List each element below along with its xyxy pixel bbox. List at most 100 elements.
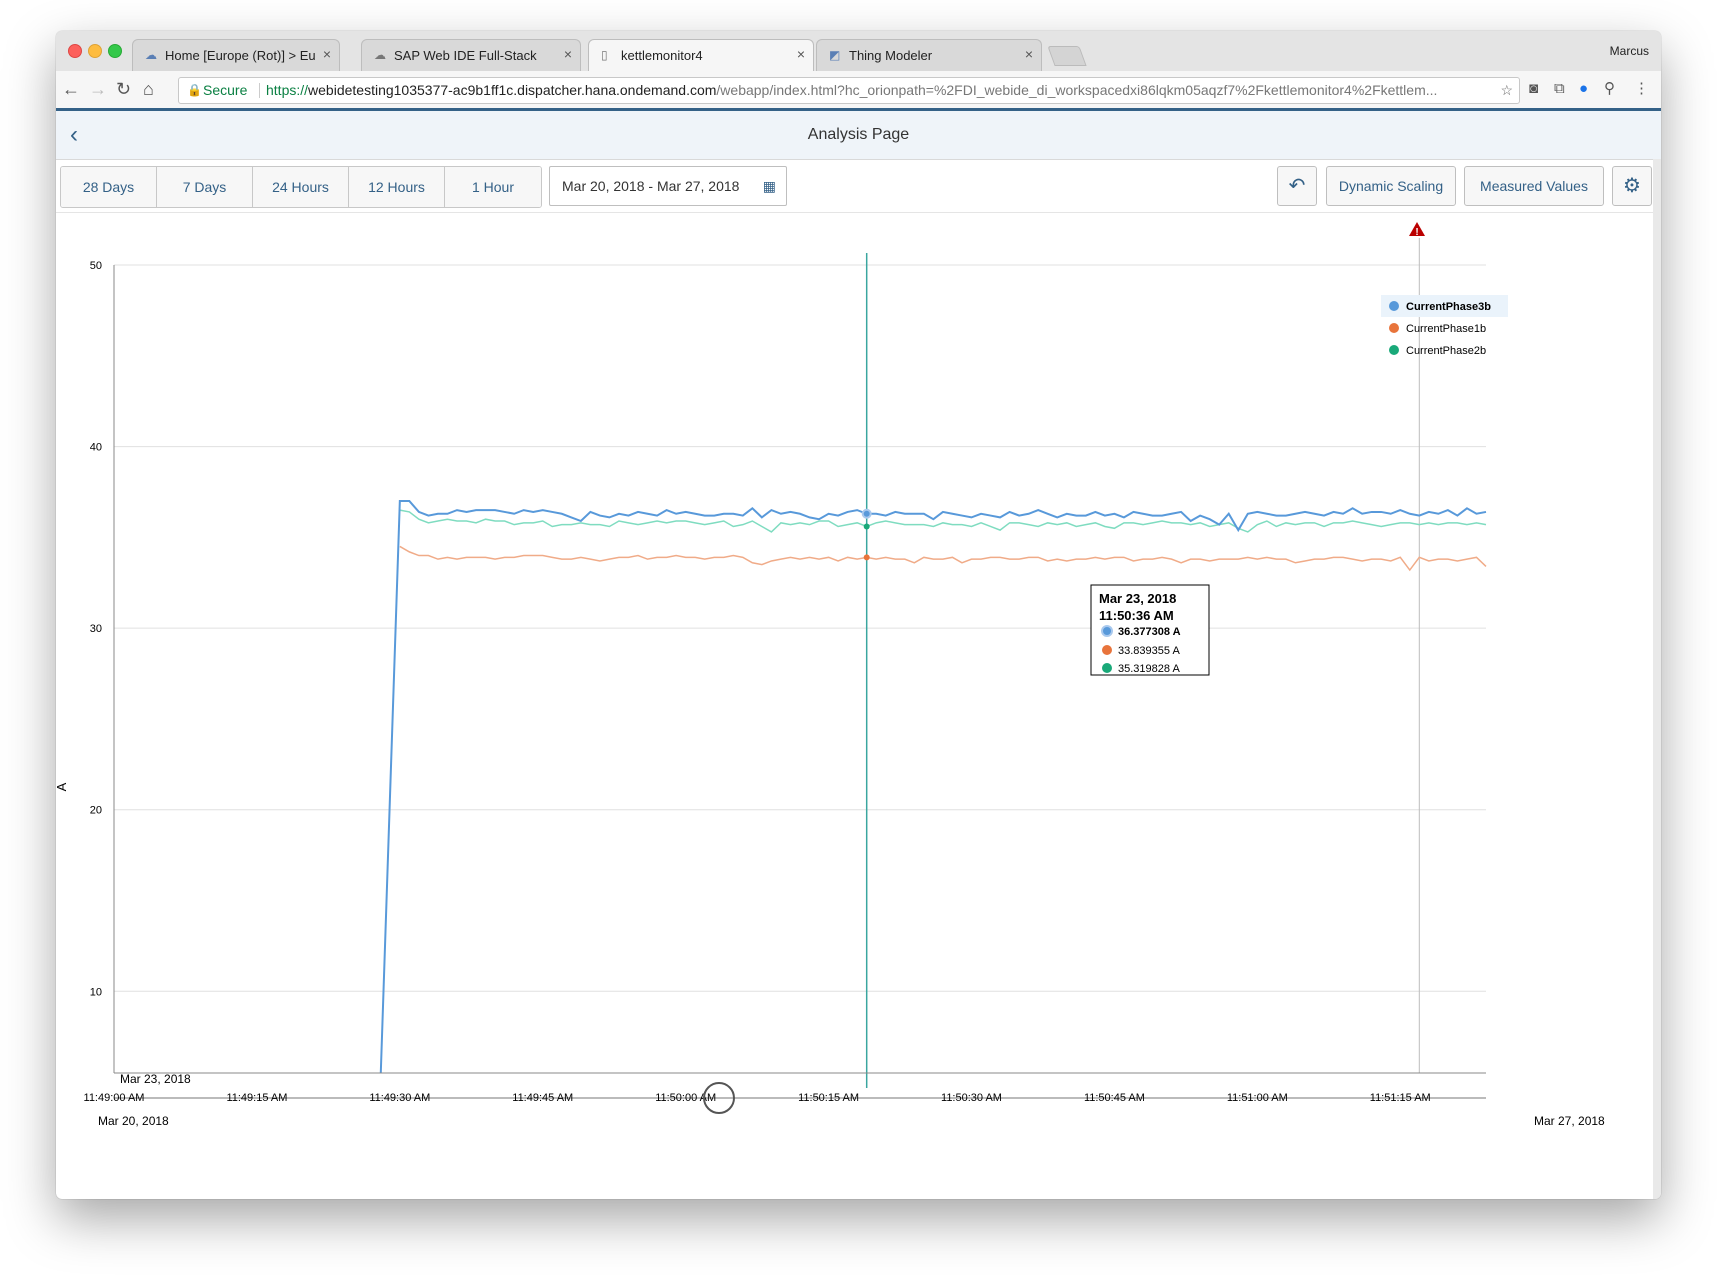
undo-icon: ↶ <box>1288 175 1306 197</box>
menu-dots-icon[interactable]: ⋮ <box>1634 80 1649 98</box>
shell-header: ‹ Analysis Page <box>56 111 1661 160</box>
cloud-outline-icon: ☁ <box>374 48 386 62</box>
x-tick-label: 11:51:00 AM <box>1227 1092 1288 1104</box>
calendar-icon[interactable]: ▦ <box>763 167 776 205</box>
close-tab-icon[interactable]: × <box>1025 46 1033 62</box>
range-1-hour-button[interactable]: 1 Hour <box>445 167 541 207</box>
cloud-icon: ☁ <box>145 48 157 62</box>
minimize-window-button[interactable] <box>88 44 102 58</box>
tooltip-value: 36.377308 A <box>1118 626 1181 638</box>
reload-icon[interactable]: ↻ <box>116 79 131 99</box>
settings-button[interactable]: ⚙ <box>1612 166 1652 206</box>
legend: CurrentPhase3b CurrentPhase1b CurrentPhase… <box>1381 295 1508 357</box>
y-axis-label: A <box>56 782 69 791</box>
analysis-toolbar: 28 Days 7 Days 24 Hours 12 Hours 1 Hour … <box>56 160 1653 213</box>
threshold-alert-icon[interactable]: ! <box>1409 222 1425 238</box>
app-icon: ◩ <box>829 48 841 62</box>
url-host: webidetesting1035377-ac9b1ff1c.dispatche… <box>308 82 717 98</box>
browser-tab-kettlemonitor[interactable]: ▯ kettlemonitor4 × <box>588 39 814 71</box>
forward-arrow-icon[interactable]: → <box>89 79 107 99</box>
tab-title: SAP Web IDE Full-Stack <box>394 48 537 63</box>
extension-icon[interactable]: ● <box>1579 80 1588 98</box>
x-tick-label: 11:49:15 AM <box>226 1092 287 1104</box>
url-path: /webapp/index.html?hc_orionpath=%2FDI_we… <box>716 82 1438 98</box>
y-axis: 10 20 30 40 50 <box>90 260 115 1073</box>
tooltip: Mar 23, 2018 11:50:36 AM 36.377308 A 33.… <box>1090 584 1210 676</box>
tooltip-value: 33.839355 A <box>1118 645 1180 657</box>
legend-swatch <box>1389 345 1399 355</box>
series-line-CurrentPhase3b <box>379 500 1487 1074</box>
tab-bar: ☁ Home [Europe (Rot)] > Europe × ☁ SAP W… <box>56 31 1661 72</box>
range-24-hours-button[interactable]: 24 Hours <box>253 167 349 207</box>
address-bar: ← → ↻ ⌂ 🔒 Secure https://webidetesting10… <box>56 71 1661 109</box>
dynamic-scaling-button[interactable]: Dynamic Scaling <box>1326 166 1456 206</box>
measured-values-button[interactable]: Measured Values <box>1464 166 1604 206</box>
tooltip-time: 11:50:36 AM <box>1099 608 1174 623</box>
browser-tab-webide[interactable]: ☁ SAP Web IDE Full-Stack × <box>361 39 581 71</box>
x-tick-label: 11:50:00 AM <box>655 1092 716 1104</box>
range-start-label: Mar 20, 2018 <box>98 1114 169 1128</box>
undo-button[interactable]: ↶ <box>1277 166 1317 206</box>
x-tick-label: 11:50:45 AM <box>1084 1092 1145 1104</box>
line-chart[interactable]: 10 20 30 40 50 A 11:49:00 AM 11:49:15 AM 11:49… <box>56 213 1653 1199</box>
legend-label: CurrentPhase1b <box>1406 323 1486 335</box>
browser-tab-thing-modeler[interactable]: ◩ Thing Modeler × <box>816 39 1042 71</box>
close-window-button[interactable] <box>68 44 82 58</box>
crosshair-point <box>863 523 870 530</box>
x-tick-label: 11:51:15 AM <box>1370 1092 1431 1104</box>
tab-title: Home [Europe (Rot)] > Europe <box>165 48 315 63</box>
new-tab-button[interactable] <box>1047 46 1087 66</box>
home-icon[interactable]: ⌂ <box>143 79 154 99</box>
x-tick-label: 11:49:00 AM <box>84 1092 145 1104</box>
divider <box>259 83 260 98</box>
lock-icon: 🔒 <box>187 83 202 97</box>
zoom-window-button[interactable] <box>108 44 122 58</box>
date-range-input[interactable]: Mar 20, 2018 - Mar 27, 2018 ▦ <box>549 166 787 206</box>
browser-user-name[interactable]: Marcus <box>1610 44 1649 58</box>
series-line-CurrentPhase1b <box>399 545 1487 572</box>
pocket-icon[interactable]: ◙ <box>1529 80 1538 98</box>
bookmark-star-icon[interactable]: ☆ <box>1500 78 1513 103</box>
tooltip-swatch <box>1102 663 1112 673</box>
close-tab-icon[interactable]: × <box>323 46 331 62</box>
range-7-days-button[interactable]: 7 Days <box>157 167 253 207</box>
y-tick-label: 50 <box>90 260 102 272</box>
legend-label: CurrentPhase2b <box>1406 345 1486 357</box>
url-input[interactable]: 🔒 Secure https://webidetesting1035377-ac… <box>178 77 1520 104</box>
close-tab-icon[interactable]: × <box>797 46 805 62</box>
document-icon: ▯ <box>601 48 608 62</box>
close-tab-icon[interactable]: × <box>564 46 572 62</box>
tooltip-value: 35.319828 A <box>1118 663 1180 675</box>
x-tick-label: 11:50:30 AM <box>941 1092 1002 1104</box>
screenshot-icon[interactable]: ⧉ <box>1554 80 1565 98</box>
y-tick-label: 40 <box>90 442 102 454</box>
x-tick-label: 11:49:30 AM <box>369 1092 430 1104</box>
browser-window: ☁ Home [Europe (Rot)] > Europe × ☁ SAP W… <box>56 31 1661 1199</box>
legend-swatch <box>1389 301 1399 311</box>
gear-icon: ⚙ <box>1623 175 1641 197</box>
key-icon[interactable]: ⚲ <box>1604 80 1615 98</box>
y-tick-label: 30 <box>90 623 102 635</box>
url-text: https://webidetesting1035377-ac9b1ff1c.d… <box>266 78 1437 103</box>
y-tick-label: 10 <box>90 986 102 998</box>
tab-title: Thing Modeler <box>849 48 933 63</box>
tab-title: kettlemonitor4 <box>621 48 703 63</box>
scrollbar[interactable] <box>1653 159 1661 1199</box>
date-range-value: Mar 20, 2018 - Mar 27, 2018 <box>562 178 740 194</box>
crosshair-point <box>863 554 870 561</box>
range-28-days-button[interactable]: 28 Days <box>61 167 157 207</box>
chart-area: 10 20 30 40 50 A 11:49:00 AM 11:49:15 AM 11:49… <box>56 213 1653 1199</box>
back-arrow-icon[interactable]: ← <box>62 79 80 99</box>
legend-swatch <box>1389 323 1399 333</box>
crosshair-point <box>861 508 872 519</box>
time-range-selector: 28 Days 7 Days 24 Hours 12 Hours 1 Hour <box>60 166 542 208</box>
svg-text:!: ! <box>1415 227 1418 238</box>
y-tick-label: 20 <box>90 805 102 817</box>
grid-lines <box>114 264 1486 992</box>
tooltip-swatch <box>1101 625 1113 637</box>
browser-tab-home[interactable]: ☁ Home [Europe (Rot)] > Europe × <box>132 39 340 71</box>
tooltip-swatch <box>1102 645 1112 655</box>
range-12-hours-button[interactable]: 12 Hours <box>349 167 445 207</box>
x-axis: 11:49:00 AM 11:49:15 AM 11:49:30 AM 11:49:4… <box>84 1072 1486 1104</box>
page-title: Analysis Page <box>807 126 910 143</box>
